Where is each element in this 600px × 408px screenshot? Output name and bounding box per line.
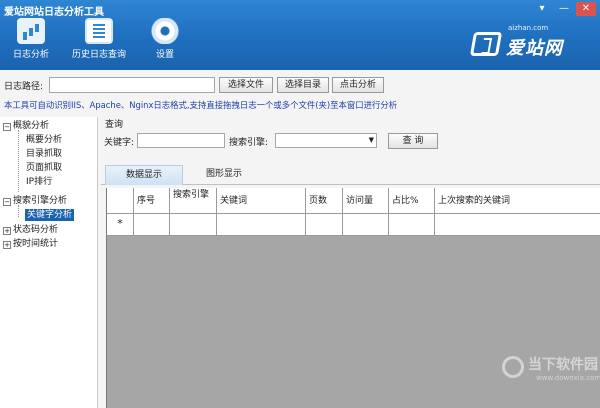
- tree-item-ip-ranking[interactable]: IP排行: [26, 176, 52, 188]
- history-log-icon: [85, 18, 113, 44]
- brand-url: aizhan.com: [508, 24, 549, 32]
- window-controls: ▾ — ✕: [532, 2, 596, 16]
- search-engine-select[interactable]: ▼: [275, 133, 377, 148]
- search-engine-label: 搜索引擎:: [229, 138, 269, 148]
- cell-percent[interactable]: [389, 214, 435, 235]
- settings-button[interactable]: 设置: [134, 16, 196, 60]
- cell-last-keyword[interactable]: [435, 214, 600, 235]
- query-group: 查询 关键字: 搜索引擎: ▼ 查 询: [101, 117, 600, 160]
- history-log-button[interactable]: 历史日志查询: [62, 16, 136, 60]
- header-percent[interactable]: 占比%: [389, 188, 435, 213]
- menu-dropdown-icon[interactable]: ▾: [532, 2, 552, 16]
- tab-graph-display[interactable]: 图形显示: [191, 165, 257, 185]
- chevron-down-icon: ▼: [368, 136, 374, 144]
- brand-name: 爱站网: [506, 38, 563, 59]
- watermark-url: www.downxia.com: [536, 374, 600, 382]
- tree-item-status-code[interactable]: + 状态码分析: [3, 224, 58, 236]
- log-analysis-button[interactable]: 日志分析: [0, 16, 62, 60]
- new-row-marker: *: [107, 214, 134, 235]
- tree-item-overview[interactable]: − 概貌分析: [3, 120, 49, 132]
- history-log-label: 历史日志查询: [71, 50, 126, 60]
- brand-logo: aizhan.com 爱站网: [469, 24, 572, 60]
- info-text: 本工具可自动识别IIS、Apache、Nginx日志格式,支持直接拖拽日志一个或…: [4, 100, 398, 110]
- header-row-selector: [107, 188, 134, 213]
- tree-item-summary[interactable]: 概要分析: [26, 134, 62, 146]
- collapse-toggle-icon[interactable]: −: [3, 198, 11, 206]
- header-index[interactable]: 序号: [134, 188, 170, 213]
- log-path-input[interactable]: [49, 77, 215, 93]
- expand-toggle-icon[interactable]: +: [3, 227, 11, 235]
- keyword-input[interactable]: [137, 133, 225, 148]
- table-row[interactable]: *: [107, 214, 600, 236]
- app-header: 爱站网站日志分析工具 ▾ — ✕ 日志分析 历史日志查询 设置 aizhan.c…: [0, 0, 600, 70]
- header-search-engine[interactable]: 搜索引擎: [170, 188, 217, 213]
- choose-directory-button[interactable]: 选择目录: [277, 77, 329, 93]
- query-button[interactable]: 查 询: [388, 133, 438, 149]
- log-path-row: 日志路径: 选择文件 选择目录 点击分析: [0, 76, 600, 96]
- aizhan-logo-icon: [469, 32, 503, 56]
- tree-item-search-engine[interactable]: − 搜索引擎分析: [3, 195, 67, 207]
- cell-keyword[interactable]: [217, 214, 306, 235]
- minimize-icon[interactable]: —: [554, 2, 574, 16]
- settings-gear-icon: [151, 18, 179, 44]
- tab-data-display[interactable]: 数据显示: [105, 165, 183, 185]
- query-title: 查询: [105, 120, 124, 130]
- cell-index[interactable]: [134, 214, 170, 235]
- log-analysis-label: 日志分析: [12, 50, 49, 60]
- collapse-toggle-icon[interactable]: −: [3, 123, 11, 131]
- header-keyword[interactable]: 关键词: [217, 188, 306, 213]
- watermark: 当下软件园 www.downxia.com: [502, 352, 600, 392]
- header-visits[interactable]: 访问量: [343, 188, 389, 213]
- close-icon[interactable]: ✕: [576, 2, 596, 16]
- choose-file-button[interactable]: 选择文件: [219, 77, 273, 93]
- analysis-tree: − 概貌分析 概要分析 目录抓取 页面抓取 IP排行 − 搜索引擎分析 关键字分析 …: [0, 117, 98, 408]
- tree-item-time-stats[interactable]: + 按时间统计: [3, 238, 58, 250]
- expand-toggle-icon[interactable]: +: [3, 241, 11, 249]
- log-path-label: 日志路径:: [4, 82, 44, 92]
- analyze-button[interactable]: 点击分析: [332, 77, 384, 93]
- keyword-label: 关键字:: [104, 138, 135, 148]
- toolbar: 日志分析 历史日志查询 设置: [0, 16, 196, 60]
- cell-pages[interactable]: [306, 214, 343, 235]
- tree-item-page-crawl[interactable]: 页面抓取: [26, 162, 62, 174]
- settings-label: 设置: [155, 50, 174, 60]
- header-pages[interactable]: 页数: [306, 188, 343, 213]
- header-last-keyword[interactable]: 上次搜索的关键词: [435, 188, 600, 213]
- cell-search-engine[interactable]: [170, 214, 217, 235]
- tree-item-keyword[interactable]: 关键字分析: [25, 209, 75, 221]
- tree-item-directory-crawl[interactable]: 目录抓取: [26, 148, 62, 160]
- watermark-text: 当下软件园: [528, 357, 598, 373]
- cell-visits[interactable]: [343, 214, 389, 235]
- watermark-logo-icon: [502, 356, 524, 378]
- view-tabs: 数据显示 图形显示: [101, 163, 600, 185]
- log-analysis-icon: [17, 18, 45, 44]
- grid-header: 序号 搜索引擎 关键词 页数 访问量 占比% 上次搜索的关键词: [107, 188, 600, 214]
